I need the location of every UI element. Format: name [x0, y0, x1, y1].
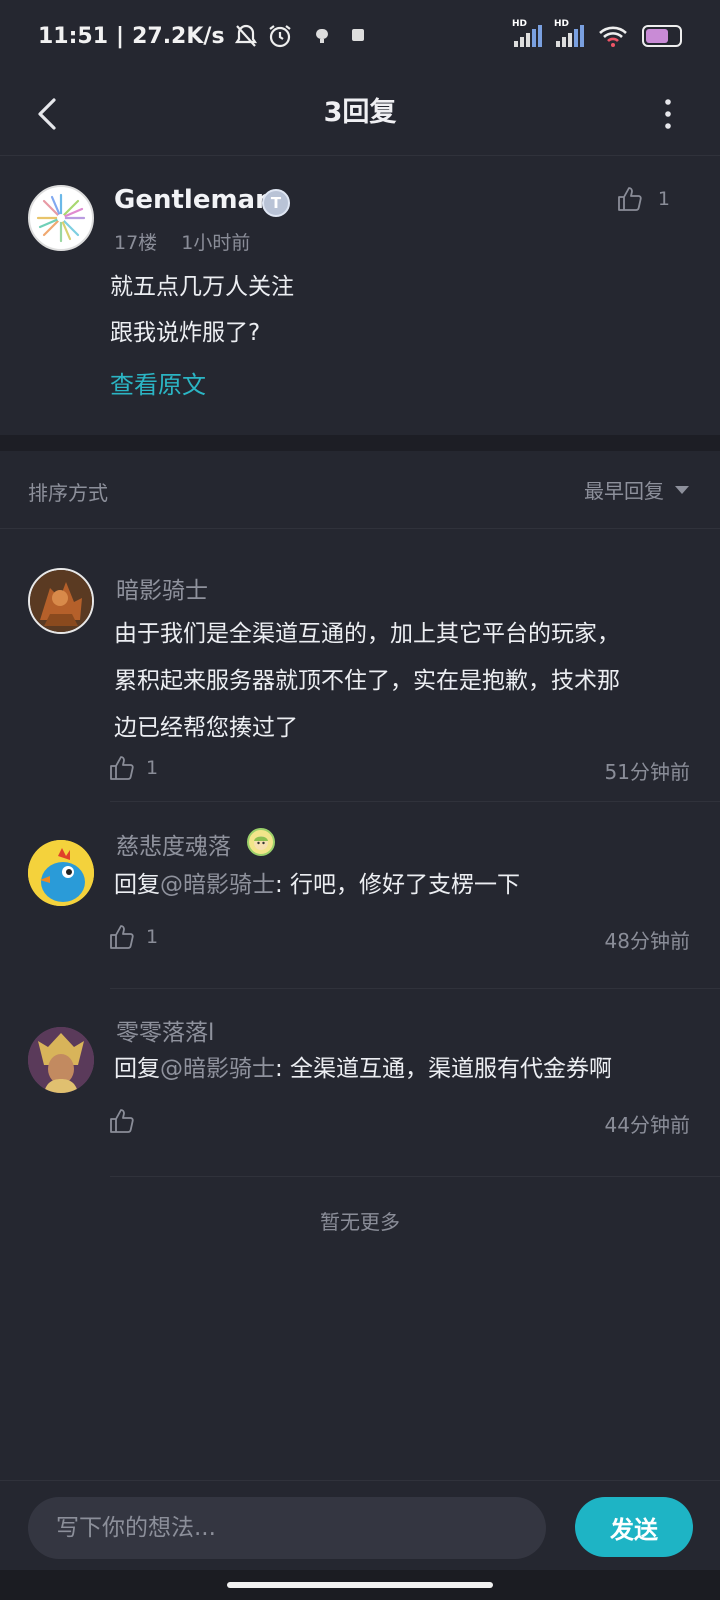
reply-item: 暗影骑士 由于我们是全渠道互通的，加上其它平台的玩家， 累积起来服务器就顶不住了… [0, 529, 720, 802]
like-button[interactable] [108, 1107, 146, 1135]
reply-time: 51分钟前 [604, 760, 690, 784]
reply-text: : 行吧，修好了支楞一下 [275, 872, 521, 898]
more-vertical-icon[interactable] [656, 92, 680, 136]
home-indicator[interactable] [227, 1582, 493, 1588]
reply-prefix: 回复 [114, 872, 160, 898]
comment-body: 就五点几万人关注 跟我说炸服了? [110, 264, 294, 356]
composer-bar: 发送 [0, 1480, 720, 1570]
reply-body: 由于我们是全渠道互通的，加上其它平台的玩家， 累积起来服务器就顶不住了，实在是抱… [114, 611, 694, 752]
app-icon [351, 28, 365, 44]
avatar[interactable] [28, 185, 94, 251]
reply-line: 累积起来服务器就顶不住了，实在是抱歉，技术那 [114, 668, 620, 694]
floor-number: 17楼 [114, 232, 158, 254]
clock: 11:51 [38, 23, 109, 49]
sort-label: 排序方式 [28, 481, 108, 505]
avatar[interactable] [28, 1027, 94, 1093]
like-count: 1 [657, 188, 670, 210]
battery-level [646, 29, 669, 43]
network-speed: 27.2K/s [132, 23, 225, 49]
signal-icon: HD [512, 19, 542, 47]
reply-author[interactable]: 暗影骑士 [116, 571, 208, 605]
comment-line: 就五点几万人关注 [110, 274, 294, 300]
status-separator: | [116, 23, 125, 49]
user-badge-icon: T [262, 189, 290, 217]
send-button[interactable]: 发送 [575, 1497, 693, 1557]
reply-divider [110, 1176, 720, 1177]
user-badge-icon [247, 828, 275, 856]
like-count: 1 [146, 926, 159, 948]
avatar[interactable] [28, 568, 94, 634]
thumbs-up-icon [618, 187, 642, 211]
page-title: 3回复 [323, 97, 397, 128]
signal-icon: HD [554, 19, 584, 47]
comment-time: 1小时前 [181, 232, 251, 254]
hd-label: HD [554, 19, 570, 29]
main-comment: Gentleman T 17楼 1小时前 1 就五点几万人关注 跟我说炸服了? … [0, 157, 720, 435]
bell-off-icon [233, 23, 259, 49]
reply-time: 44分钟前 [604, 1113, 690, 1137]
comment-meta: 17楼 1小时前 [114, 228, 250, 255]
reply-author[interactable]: 零零落落l [116, 1013, 214, 1047]
reply-line: 边已经帮您揍过了 [114, 715, 298, 741]
thumbs-up-icon [110, 925, 134, 949]
reply-text: : 全渠道互通，渠道服有代金券啊 [275, 1056, 613, 1082]
author-name[interactable]: Gentleman [114, 185, 274, 215]
status-bar: 11:51 | 27.2K/s HD HD [0, 0, 720, 72]
like-button[interactable]: 1 [616, 185, 670, 213]
section-divider [0, 435, 720, 451]
top-app-bar: 3回复 [0, 72, 720, 156]
reply-author[interactable]: 慈悲度魂落 [116, 827, 231, 861]
wifi-icon [598, 24, 628, 48]
reply-prefix: 回复 [114, 1056, 160, 1082]
reply-time: 48分钟前 [604, 929, 690, 953]
view-original-link[interactable]: 查看原文 [110, 365, 206, 400]
sort-selected: 最早回复 [584, 479, 664, 503]
mention-link[interactable]: @暗影骑士 [160, 872, 275, 898]
avatar[interactable] [28, 840, 94, 906]
end-of-list-label: 暂无更多 [320, 1210, 400, 1234]
sort-row: 排序方式 最早回复 [0, 451, 720, 529]
comment-line: 跟我说炸服了? [110, 320, 261, 346]
app-icon [315, 28, 329, 44]
battery-icon [642, 25, 682, 47]
thumbs-up-icon [110, 756, 134, 780]
reply-line: 由于我们是全渠道互通的，加上其它平台的玩家， [114, 621, 620, 647]
reply-item: 慈悲度魂落 回复@暗影骑士: 行吧，修好了支楞一下 1 48分钟前 [0, 802, 720, 989]
sort-dropdown[interactable]: 最早回复 [584, 475, 690, 504]
thumbs-up-icon [110, 1109, 134, 1133]
caret-down-icon [675, 485, 689, 494]
like-count: 1 [146, 757, 159, 779]
reply-body: 回复@暗影骑士: 行吧，修好了支楞一下 [114, 862, 694, 909]
reply-body: 回复@暗影骑士: 全渠道互通，渠道服有代金券啊 [114, 1046, 694, 1093]
alarm-icon [267, 23, 293, 49]
hd-label: HD [512, 19, 528, 29]
comment-input[interactable] [28, 1497, 546, 1559]
reply-item: 零零落落l 回复@暗影骑士: 全渠道互通，渠道服有代金券啊 44分钟前 [0, 989, 720, 1177]
like-button[interactable]: 1 [108, 754, 158, 782]
like-button[interactable]: 1 [108, 923, 158, 951]
mention-link[interactable]: @暗影骑士 [160, 1056, 275, 1082]
